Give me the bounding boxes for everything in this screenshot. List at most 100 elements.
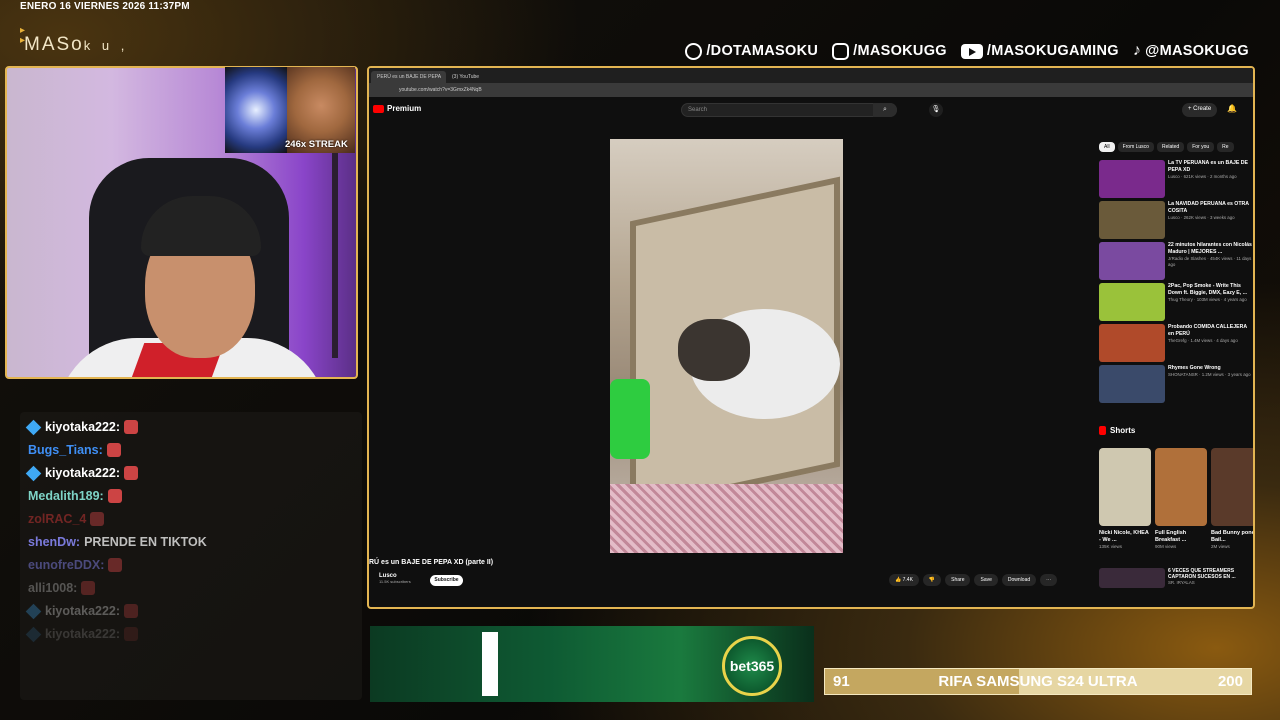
streak-widget: 246x STREAK <box>225 67 355 153</box>
lamp <box>332 128 338 358</box>
video-thumbnail[interactable] <box>1099 283 1165 321</box>
list-item[interactable]: 6 VECES QUE STREAMERS CAPTARON SUCESOS E… <box>1099 568 1253 588</box>
short-views: 135K views <box>1099 544 1123 549</box>
short-title: Bad Bunny pone a Bail... <box>1211 530 1255 543</box>
like-button[interactable]: 👍 7.4K <box>889 574 919 586</box>
save-button[interactable]: Save <box>974 574 998 586</box>
video-meta: Lusco · 262K views · 3 weeks ago <box>1168 215 1235 220</box>
social-facebook: /DOTAMASOKU <box>685 42 818 60</box>
short-thumbnail[interactable] <box>1155 448 1207 526</box>
emote-icon <box>107 489 122 503</box>
video-title[interactable]: La NAVIDAD PERUANA es OTRA COSITA <box>1168 201 1253 215</box>
dislike-button[interactable]: 👎 <box>922 574 942 586</box>
chat-username: Bugs_Tians: <box>28 443 103 457</box>
list-item[interactable]: La TV PERUANA es un BAJE DE PEPA XD Lusco… <box>1099 160 1253 201</box>
chat-username: eunofreDDX: <box>28 558 105 572</box>
social-youtube: /MASOKUGAMING <box>960 43 1119 59</box>
search-icon[interactable]: ⌕ <box>873 103 897 117</box>
social-instagram: /MASOKUGG <box>832 42 947 60</box>
video-thumbnail[interactable] <box>1099 201 1165 239</box>
emote-icon <box>124 627 139 641</box>
shorts-icon <box>1099 426 1106 435</box>
short-card[interactable]: Nicki Nicole, KHEA - We ... 135K views <box>1099 448 1151 549</box>
facebook-icon <box>685 42 703 60</box>
browser-tab-youtube[interactable]: (3) YouTube <box>446 71 521 83</box>
chip-more[interactable]: Re <box>1217 142 1234 152</box>
social-tiktok: ♪ @MASOKUGG <box>1132 42 1249 59</box>
browser-tab-video[interactable]: PERÚ es un BAJE DE PEPA <box>371 71 446 83</box>
browser-capture: PERÚ es un BAJE DE PEPA (3) YouTube yout… <box>367 66 1255 609</box>
youtube-logo-icon <box>373 104 384 113</box>
share-button[interactable]: Share <box>945 574 971 586</box>
video-thumbnail[interactable] <box>1099 365 1165 403</box>
emote-icon <box>81 581 96 595</box>
datetime-label: ENERO 16 VIERNES 2026 11:37PM <box>20 1 190 12</box>
video-title[interactable]: 2Pac, Pop Smoke - Write This Down ft. Bi… <box>1168 283 1253 297</box>
emote-icon <box>124 466 139 480</box>
subscribe-button[interactable]: Subscribe <box>430 575 463 586</box>
chip-for-you[interactable]: For you <box>1187 142 1215 152</box>
sub-badge-icon <box>25 419 42 435</box>
recommended-list: La TV PERUANA es un BAJE DE PEPA XD Lusco… <box>1099 160 1253 406</box>
more-button[interactable]: ⋯ <box>1040 574 1058 586</box>
video-thumbnail[interactable] <box>1099 324 1165 362</box>
chat-username: kiyotaka222: <box>45 627 121 641</box>
chip-all[interactable]: All <box>1099 142 1115 152</box>
chat-username: zolRAC_4 <box>28 512 87 526</box>
chat-message: alli1008: <box>28 581 96 595</box>
emote-icon <box>108 558 123 572</box>
chat-message: Bugs_Tians: <box>28 443 121 457</box>
chip-from-lusco[interactable]: From Lusco <box>1117 142 1154 152</box>
download-button[interactable]: Download <box>1001 574 1037 586</box>
chip-related[interactable]: Related <box>1156 142 1185 152</box>
video-meta: Lusco · 621K views · 2 months ago <box>1168 174 1237 179</box>
short-views: 90M views <box>1155 544 1177 549</box>
video-title[interactable]: Rhymes Gone Wrong <box>1168 365 1251 372</box>
chat-username: kiyotaka222: <box>45 466 121 480</box>
video-pink-towel <box>610 484 843 553</box>
emote-icon <box>90 512 105 526</box>
video-meta: TheGrefg · 1.4M views · 4 days ago <box>1168 338 1238 343</box>
list-item[interactable]: La NAVIDAD PERUANA es OTRA COSITA Lusco ·… <box>1099 201 1253 242</box>
youtube-icon <box>960 43 983 59</box>
video-actions: 👍 7.4K 👎 Share Save Download ⋯ <box>889 574 1058 586</box>
channel-name[interactable]: Lusco 11.5K subscribers <box>379 573 411 584</box>
short-title: Nicki Nicole, KHEA - We ... <box>1099 530 1149 543</box>
chat-message: eunofreDDX: <box>28 558 123 572</box>
address-bar[interactable]: youtube.com/watch?v=3GmxZk4NqB <box>369 83 1253 97</box>
video-meta: Thug Theory · 103M views · 4 years ago <box>1168 297 1247 302</box>
list-item[interactable]: 2Pac, Pop Smoke - Write This Down ft. Bi… <box>1099 283 1253 324</box>
video-thumbnail[interactable] <box>1099 568 1165 588</box>
video-cat-head <box>678 319 750 381</box>
tiktok-icon: ♪ <box>1132 42 1142 59</box>
mic-icon[interactable]: 🎙 <box>929 103 943 117</box>
chat-message: zolRAC_4 <box>28 512 105 526</box>
video-meta: SHONATANSR · 1.2M views · 3 years ago <box>1168 372 1251 377</box>
streak-label: 246x STREAK <box>285 139 348 150</box>
instagram-icon <box>832 42 850 60</box>
video-title[interactable]: La TV PERUANA es un BAJE DE PEPA XD <box>1168 160 1253 174</box>
list-item[interactable]: 22 minutos hilarantes con Nicolás Maduro… <box>1099 242 1253 283</box>
list-item[interactable]: Probando COMIDA CALLEJERA en PERÚ TheGref… <box>1099 324 1253 365</box>
short-thumbnail[interactable] <box>1099 448 1151 526</box>
short-views: 2M views <box>1211 544 1230 549</box>
video-thumbnail[interactable] <box>1099 160 1165 198</box>
chat-username: alli1008: <box>28 581 78 595</box>
raffle-goal: 200 <box>1217 673 1243 690</box>
short-card[interactable]: Full English Breakfast ... 90M views <box>1155 448 1207 549</box>
video-thumbnail[interactable] <box>1099 242 1165 280</box>
chat-message: kiyotaka222: <box>25 465 139 481</box>
chat-username: Medalith189: <box>28 489 104 503</box>
create-button[interactable]: + Create <box>1182 103 1218 117</box>
bell-icon[interactable]: 🔔 <box>1227 104 1237 113</box>
video-player[interactable] <box>610 139 843 553</box>
emote-icon <box>124 604 139 618</box>
video-title[interactable]: 22 minutos hilarantes con Nicolás Maduro… <box>1168 242 1253 256</box>
short-card[interactable]: Bad Bunny pone a Bail... 2M views <box>1211 448 1255 549</box>
video-title[interactable]: Probando COMIDA CALLEJERA en PERÚ <box>1168 324 1253 338</box>
youtube-logo[interactable]: Premium <box>373 104 421 113</box>
list-item[interactable]: Rhymes Gone Wrong SHONATANSR · 1.2M views… <box>1099 365 1253 406</box>
social-links: /DOTAMASOKU /MASOKUGG /MASOKUGAMING ♪ @MA… <box>685 42 1249 60</box>
short-thumbnail[interactable] <box>1211 448 1253 526</box>
search-input[interactable]: Search ⌕ <box>681 103 897 117</box>
